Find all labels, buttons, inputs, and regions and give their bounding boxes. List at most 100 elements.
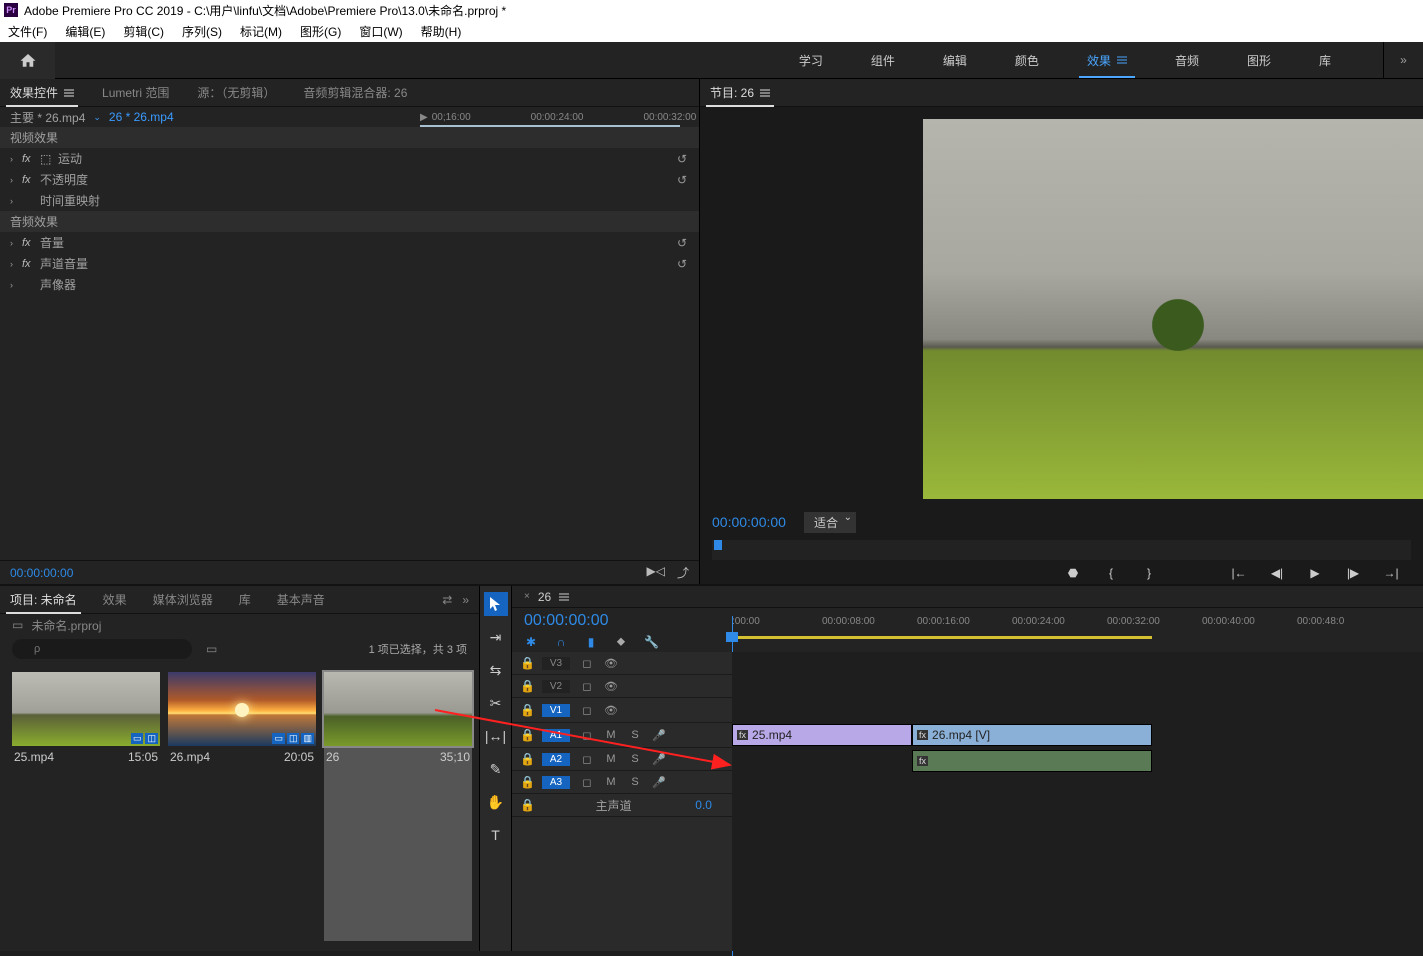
pen-tool[interactable]: ✎ [484, 757, 508, 781]
target-icon[interactable]: ◻ [580, 680, 594, 693]
thumbnail[interactable]: ▭◫ [12, 672, 160, 746]
timeline-content[interactable]: fx25.mp4 fx26.mp4 [V] fx [732, 652, 1423, 951]
project-item[interactable]: ▭◫▥ 26.mp420:05 [168, 672, 316, 941]
ec-panner-row[interactable]: ›声像器 [0, 274, 699, 295]
tab-source[interactable]: 源：（无剪辑） [197, 79, 275, 106]
timeline-ruler[interactable]: :00:00 00:00:08:00 00:00:16:00 00:00:24:… [732, 616, 1423, 644]
step-forward-icon[interactable]: |▶ [1345, 566, 1361, 580]
mic-icon[interactable]: 🎤 [652, 753, 666, 766]
project-item[interactable]: ▭◫ 25.mp415:05 [12, 672, 160, 941]
razor-tool[interactable]: ✂ [484, 691, 508, 715]
ec-volume-row[interactable]: ›fx音量↺ [0, 232, 699, 253]
lock-icon[interactable]: 🔒 [520, 679, 532, 693]
tab-lumetri-scopes[interactable]: Lumetri 范围 [102, 79, 169, 106]
play-icon[interactable]: ▶ [1307, 566, 1323, 580]
lock-icon[interactable]: 🔒 [520, 775, 532, 789]
search-input[interactable] [12, 639, 192, 659]
ec-channel-volume-row[interactable]: ›fx声道音量↺ [0, 253, 699, 274]
target-icon[interactable]: ◻ [580, 729, 594, 742]
ec-motion-row[interactable]: ›fx⬚运动↺ [0, 148, 699, 169]
hand-tool[interactable]: ✋ [484, 790, 508, 814]
workspace-learn[interactable]: 学习 [797, 42, 825, 78]
reset-icon[interactable]: ↺ [677, 152, 687, 166]
work-area-bar[interactable] [732, 636, 1152, 639]
track-select-tool[interactable]: ⇥ [484, 625, 508, 649]
ec-clip-ref[interactable]: 26 * 26.mp4 [109, 110, 174, 124]
menu-help[interactable]: 帮助(H) [421, 23, 462, 40]
workspace-graphics[interactable]: 图形 [1245, 42, 1273, 78]
tab-libraries[interactable]: 库 [239, 586, 251, 613]
workspace-assembly[interactable]: 组件 [869, 42, 897, 78]
overflow-icon[interactable]: » [462, 593, 469, 607]
go-to-in-icon[interactable]: |← [1231, 566, 1247, 580]
workspace-color[interactable]: 颜色 [1013, 42, 1041, 78]
sequence-tab[interactable]: 26 [538, 590, 551, 604]
program-ruler[interactable] [712, 540, 1411, 560]
menu-graphic[interactable]: 图形(G) [300, 23, 341, 40]
track-a3[interactable]: 🔒A3◻MS🎤 [512, 771, 732, 794]
project-item-selected[interactable]: 2635;10 [324, 672, 472, 941]
dropdown-icon[interactable]: ⌄ [93, 112, 101, 123]
lock-icon[interactable]: 🔒 [520, 728, 532, 742]
target-icon[interactable]: ◻ [580, 704, 594, 717]
reset-icon[interactable]: ↺ [677, 173, 687, 187]
track-a1[interactable]: 🔒A1◻MS🎤 [512, 723, 732, 748]
workspace-editing[interactable]: 编辑 [941, 42, 969, 78]
in-point-icon[interactable]: { [1103, 566, 1119, 580]
zoom-fit-dropdown[interactable]: 适合 [804, 512, 856, 533]
wrench-icon[interactable]: 🔧 [644, 635, 658, 649]
track-a2[interactable]: 🔒A2◻MS🎤 [512, 748, 732, 771]
settings-icon[interactable]: ⬥ [614, 634, 628, 649]
eye-icon[interactable]: 👁 [604, 657, 618, 670]
menu-edit[interactable]: 编辑(E) [65, 23, 105, 40]
workspace-effects[interactable]: 效果 [1085, 42, 1129, 78]
type-tool[interactable]: T [484, 823, 508, 847]
marker-icon[interactable]: ⬣ [1065, 566, 1081, 580]
track-v2[interactable]: 🔒V2◻👁 [512, 675, 732, 698]
ec-timeline-ruler[interactable]: ▶ 00;16:00 00:00:24:00 00:00:32:00 [420, 107, 687, 127]
tab-effects-browser[interactable]: 效果 [103, 586, 127, 613]
workspace-library[interactable]: 库 [1317, 42, 1333, 78]
ec-opacity-row[interactable]: ›fx不透明度↺ [0, 169, 699, 190]
tab-project[interactable]: 项目: 未命名 [10, 586, 77, 613]
go-to-out-icon[interactable]: →| [1383, 566, 1399, 580]
hamburger-icon[interactable] [559, 593, 569, 601]
hamburger-icon[interactable] [760, 89, 770, 97]
eye-icon[interactable]: 👁 [604, 704, 618, 717]
home-button[interactable] [0, 42, 55, 79]
mic-icon[interactable]: 🎤 [652, 776, 666, 789]
track-master[interactable]: 🔒主声道0.0 [512, 794, 732, 817]
ec-timecode[interactable]: 00:00:00:00 [10, 566, 73, 580]
linked-selection-icon[interactable]: ∩ [554, 635, 568, 649]
clip-25[interactable]: fx25.mp4 [732, 724, 912, 746]
filter-icon[interactable]: ▭ [206, 642, 217, 656]
tab-program[interactable]: 节目: 26 [710, 79, 770, 106]
tab-media-browser[interactable]: 媒体浏览器 [153, 586, 213, 613]
step-back-icon[interactable]: ◀| [1269, 566, 1285, 580]
clip-26-audio[interactable]: fx [912, 750, 1152, 772]
lock-icon[interactable]: 🔒 [520, 656, 532, 670]
track-v1[interactable]: 🔒V1◻👁 [512, 698, 732, 723]
program-video-frame[interactable] [923, 119, 1423, 499]
hamburger-icon[interactable] [64, 89, 74, 97]
reset-icon[interactable]: ↺ [677, 257, 687, 271]
tab-audio-clip-mixer[interactable]: 音频剪辑混合器: 26 [303, 79, 407, 106]
target-icon[interactable]: ◻ [580, 776, 594, 789]
target-icon[interactable]: ◻ [580, 753, 594, 766]
selection-tool[interactable] [484, 592, 508, 616]
menu-file[interactable]: 文件(F) [8, 23, 47, 40]
tab-effect-controls[interactable]: 效果控件 [10, 79, 74, 106]
hamburger-icon[interactable] [1117, 56, 1127, 64]
workspace-overflow-button[interactable]: » [1383, 42, 1423, 79]
playhead-icon[interactable] [714, 540, 722, 550]
program-timecode[interactable]: 00:00:00:00 [712, 514, 786, 530]
menu-sequence[interactable]: 序列(S) [182, 23, 222, 40]
thumbnail[interactable]: ▭◫▥ [168, 672, 316, 746]
lock-icon[interactable]: 🔒 [520, 703, 532, 717]
slip-tool[interactable]: |↔| [484, 724, 508, 748]
close-icon[interactable]: × [524, 591, 530, 602]
export-icon[interactable]: ⤴ [677, 564, 689, 581]
ec-time-remap-row[interactable]: ›时间重映射 [0, 190, 699, 211]
mic-icon[interactable]: 🎤 [652, 729, 666, 742]
playhead-icon[interactable] [726, 632, 738, 642]
